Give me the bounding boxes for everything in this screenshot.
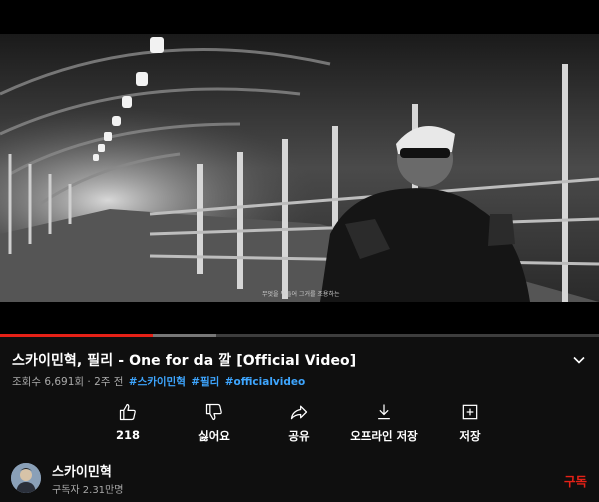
view-count: 조회수 6,691회 — [12, 376, 85, 388]
download-icon — [378, 404, 390, 420]
download-button[interactable]: 오프라인 저장 — [344, 400, 424, 446]
thumbs-down-icon — [205, 403, 222, 421]
hashtag-link[interactable]: #스카이민혁 — [129, 376, 186, 388]
video-frame: 무엇을 뭐들어 그거를 조용하는 — [0, 34, 599, 302]
subscribe-button[interactable]: 구독 — [564, 471, 587, 490]
progress-bar[interactable] — [0, 334, 599, 337]
upload-age: 2주 전 — [94, 376, 124, 388]
channel-avatar[interactable] — [11, 463, 41, 493]
channel-row[interactable]: 스카이민혁 구독자 2.31만명 구독 — [0, 456, 599, 502]
dislike-label: 싫어요 — [198, 429, 230, 443]
like-count: 218 — [115, 428, 140, 442]
save-label: 저장 — [459, 429, 481, 443]
chevron-down-icon[interactable] — [571, 352, 587, 368]
player-bottom-bar — [0, 302, 599, 334]
download-label: 오프라인 저장 — [350, 429, 418, 443]
progress-played — [0, 334, 153, 337]
share-button[interactable]: 공유 — [259, 400, 339, 446]
playlist-add-icon — [462, 404, 478, 420]
share-icon — [290, 405, 308, 420]
channel-name[interactable]: 스카이민혁 — [52, 461, 112, 480]
thumbs-up-icon — [119, 403, 136, 421]
dislike-button[interactable]: 싫어요 — [174, 400, 254, 446]
player-top-bar — [0, 0, 599, 34]
video-player[interactable]: 무엇을 뭐들어 그거를 조용하는 — [0, 34, 599, 302]
subscriber-count: 구독자 2.31만명 — [52, 485, 124, 496]
hashtag-link[interactable]: #officialvideo — [225, 376, 306, 388]
share-label: 공유 — [288, 429, 310, 443]
video-caption: 무엇을 뭐들어 그거를 조용하는 — [262, 290, 340, 298]
save-button[interactable]: 저장 — [430, 400, 510, 446]
avatar-image — [11, 463, 41, 493]
action-bar: 218 싫어요 공유 오프라인 저장 저장 — [0, 400, 599, 448]
video-title-row[interactable]: 스카이민혁, 필리 - One for da 깔 [Official Video… — [12, 350, 587, 372]
video-title[interactable]: 스카이민혁, 필리 - One for da 깔 [Official Video… — [12, 350, 356, 370]
video-meta: 조회수 6,691회 · 2주 전 #스카이민혁 #필리 #officialvi… — [12, 374, 305, 389]
like-button[interactable]: 218 — [88, 400, 168, 446]
meta-separator: · — [87, 376, 91, 388]
hashtag-link[interactable]: #필리 — [191, 376, 219, 388]
